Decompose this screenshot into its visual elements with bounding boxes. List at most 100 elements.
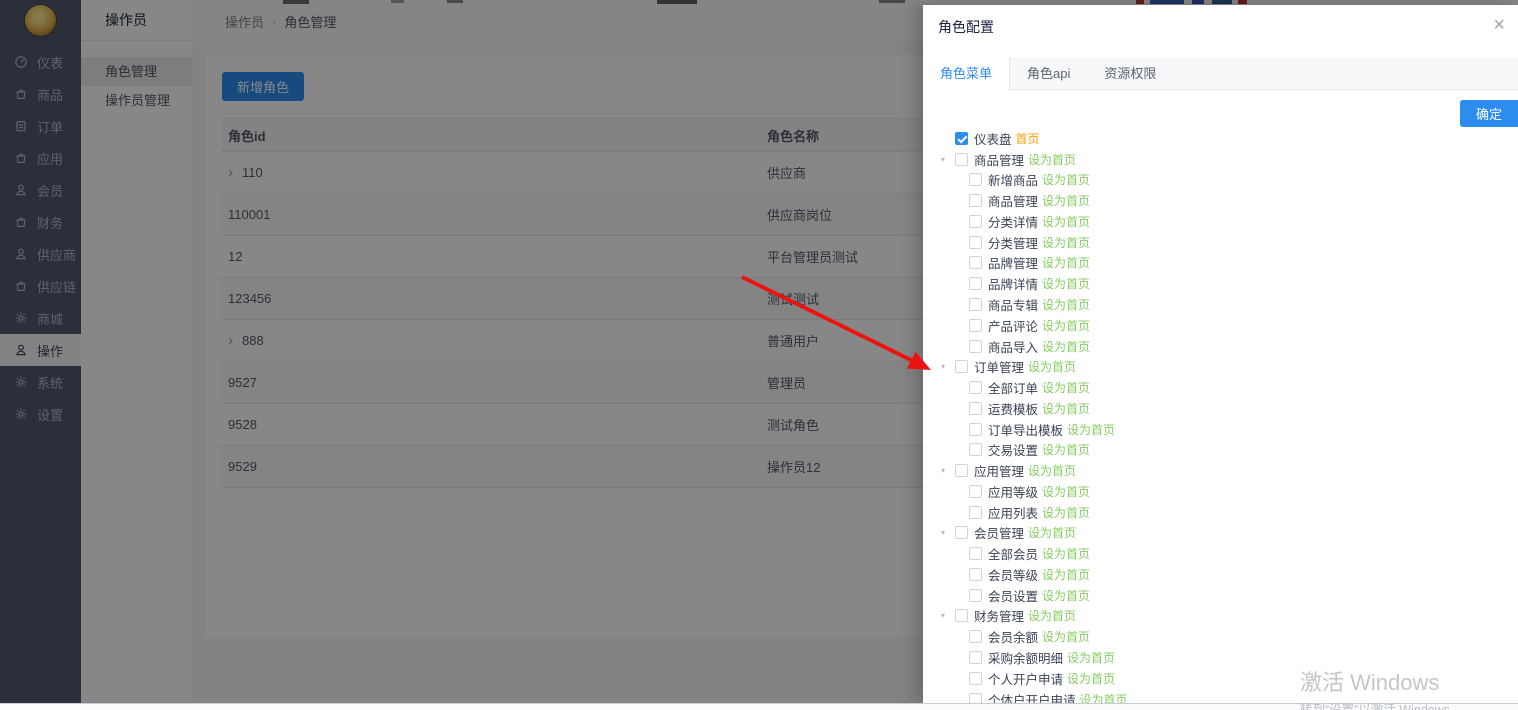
tree-node: 产品评论设为首页 <box>941 315 1514 336</box>
set-home-link[interactable]: 设为首页 <box>1028 358 1076 375</box>
tree-node-label: 会员等级 <box>988 565 1038 584</box>
tree-node-label: 应用列表 <box>988 503 1038 522</box>
checkbox[interactable] <box>955 153 968 166</box>
set-home-link[interactable]: 设为首页 <box>1042 483 1090 500</box>
set-home-link[interactable]: 设为首页 <box>1067 649 1115 666</box>
tree-node: 应用等级设为首页 <box>941 481 1514 502</box>
tree-node-label: 仪表盘 <box>974 129 1012 148</box>
set-home-link[interactable]: 设为首页 <box>1028 607 1076 624</box>
tree-node: ▾ 应用管理设为首页 <box>941 460 1514 481</box>
checkbox[interactable] <box>969 277 982 290</box>
checkbox[interactable] <box>969 547 982 560</box>
menu-permission-tree[interactable]: 仪表盘首页▾商品管理设为首页新增商品设为首页商品管理设为首页分类详情设为首页分类… <box>941 128 1514 703</box>
set-home-link[interactable]: 设为首页 <box>1042 587 1090 604</box>
tree-node-label: 分类详情 <box>988 212 1038 231</box>
checkbox[interactable] <box>955 464 968 477</box>
checkbox[interactable] <box>969 256 982 269</box>
tree-node-label: 订单导出模板 <box>988 420 1063 439</box>
checkbox[interactable] <box>969 236 982 249</box>
tree-node: ▾商品管理设为首页 <box>941 149 1514 170</box>
set-home-link[interactable]: 设为首页 <box>1042 234 1090 251</box>
checkbox[interactable] <box>969 630 982 643</box>
checkbox[interactable] <box>969 443 982 456</box>
tree-node-label: 个人开户申请 <box>988 669 1063 688</box>
checkbox-checked[interactable] <box>955 132 968 145</box>
set-home-link[interactable]: 设为首页 <box>1042 254 1090 271</box>
tree-node: 会员等级设为首页 <box>941 564 1514 585</box>
tree-node: 运费模板设为首页 <box>941 398 1514 419</box>
tree-node: 分类管理设为首页 <box>941 232 1514 253</box>
checkbox[interactable] <box>969 402 982 415</box>
set-home-link[interactable]: 设为首页 <box>1042 628 1090 645</box>
set-home-link[interactable]: 设为首页 <box>1067 421 1115 438</box>
confirm-button[interactable]: 确定 <box>1460 100 1518 127</box>
set-home-link[interactable]: 设为首页 <box>1028 462 1076 479</box>
set-home-link[interactable]: 设为首页 <box>1042 296 1090 313</box>
set-home-link[interactable]: 设为首页 <box>1080 691 1128 703</box>
set-home-link[interactable]: 设为首页 <box>1042 545 1090 562</box>
home-tag[interactable]: 首页 <box>1016 130 1040 147</box>
tree-node: 会员设置设为首页 <box>941 585 1514 606</box>
set-home-link[interactable]: 设为首页 <box>1042 338 1090 355</box>
checkbox[interactable] <box>969 298 982 311</box>
tree-node-label: 个体户开户申请 <box>988 690 1076 703</box>
tree-node: 全部订单设为首页 <box>941 377 1514 398</box>
tab-角色菜单[interactable]: 角色菜单 <box>923 57 1010 91</box>
set-home-link[interactable]: 设为首页 <box>1028 151 1076 168</box>
checkbox[interactable] <box>969 340 982 353</box>
tree-node: 全部会员设为首页 <box>941 543 1514 564</box>
checkbox[interactable] <box>969 672 982 685</box>
set-home-link[interactable]: 设为首页 <box>1042 504 1090 521</box>
checkbox[interactable] <box>969 693 982 703</box>
caret-down-icon[interactable]: ▾ <box>941 362 955 371</box>
caret-down-icon[interactable]: ▾ <box>941 155 955 164</box>
set-home-link[interactable]: 设为首页 <box>1067 670 1115 687</box>
checkbox[interactable] <box>969 194 982 207</box>
tab-资源权限[interactable]: 资源权限 <box>1087 57 1173 90</box>
checkbox[interactable] <box>969 423 982 436</box>
checkbox[interactable] <box>969 568 982 581</box>
tree-node: 新增商品设为首页 <box>941 170 1514 191</box>
tree-node: 品牌详情设为首页 <box>941 273 1514 294</box>
caret-down-icon[interactable]: ▾ <box>941 611 955 620</box>
checkbox[interactable] <box>955 526 968 539</box>
set-home-link[interactable]: 设为首页 <box>1042 379 1090 396</box>
tree-node: 商品导入设为首页 <box>941 336 1514 357</box>
tree-node: 个体户开户申请设为首页 <box>941 689 1514 703</box>
tree-node: 采购余额明细设为首页 <box>941 647 1514 668</box>
set-home-link[interactable]: 设为首页 <box>1042 213 1090 230</box>
checkbox[interactable] <box>969 173 982 186</box>
tree-node-label: 交易设置 <box>988 440 1038 459</box>
set-home-link[interactable]: 设为首页 <box>1028 524 1076 541</box>
checkbox[interactable] <box>955 609 968 622</box>
tab-角色api[interactable]: 角色api <box>1010 57 1087 90</box>
tree-node: 商品管理设为首页 <box>941 190 1514 211</box>
caret-down-icon[interactable]: ▾ <box>941 528 955 537</box>
caret-down-icon[interactable]: ▾ <box>941 466 955 475</box>
tree-node: 品牌管理设为首页 <box>941 253 1514 274</box>
checkbox[interactable] <box>969 485 982 498</box>
checkbox[interactable] <box>969 215 982 228</box>
tree-node: 应用列表设为首页 <box>941 502 1514 523</box>
checkbox[interactable] <box>969 589 982 602</box>
tree-node-label: 商品管理 <box>988 191 1038 210</box>
app-window: 仪表商品订单应用会员财务供应商供应链商城操作系统设置 操作员 角色管理操作员管理… <box>0 0 1518 710</box>
checkbox[interactable] <box>969 319 982 332</box>
checkbox[interactable] <box>955 360 968 373</box>
set-home-link[interactable]: 设为首页 <box>1042 171 1090 188</box>
set-home-link[interactable]: 设为首页 <box>1042 441 1090 458</box>
checkbox[interactable] <box>969 651 982 664</box>
checkbox[interactable] <box>969 381 982 394</box>
checkbox[interactable] <box>969 506 982 519</box>
set-home-link[interactable]: 设为首页 <box>1042 275 1090 292</box>
tree-node: 交易设置设为首页 <box>941 439 1514 460</box>
drawer-title: 角色配置 <box>938 17 994 37</box>
set-home-link[interactable]: 设为首页 <box>1042 317 1090 334</box>
modal-mask[interactable] <box>0 0 923 703</box>
tree-node-label: 商品导入 <box>988 337 1038 356</box>
set-home-link[interactable]: 设为首页 <box>1042 400 1090 417</box>
set-home-link[interactable]: 设为首页 <box>1042 566 1090 583</box>
tree-node-label: 应用管理 <box>974 461 1024 480</box>
close-icon[interactable]: × <box>1489 11 1509 39</box>
set-home-link[interactable]: 设为首页 <box>1042 192 1090 209</box>
